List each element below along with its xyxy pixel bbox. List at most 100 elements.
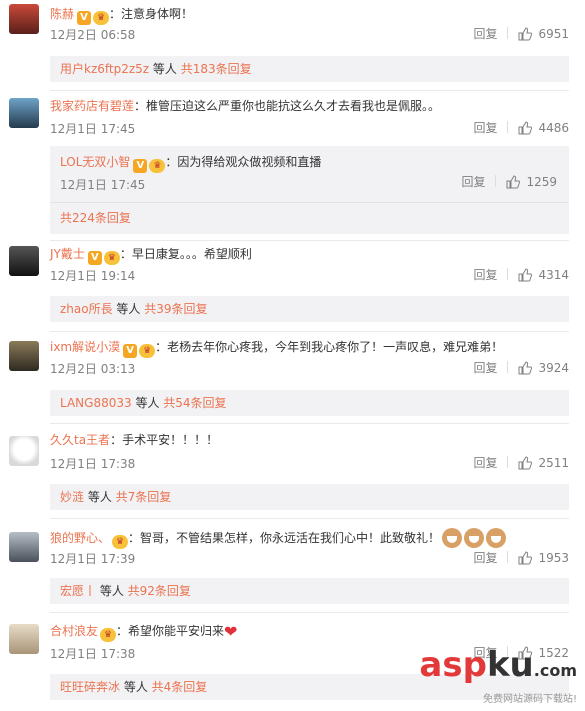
fan-medal-icon: ♛ [112,535,129,549]
comment-text: ：早日康复。。。希望顺利 [119,247,252,261]
doge-emoji-icon [442,528,463,548]
thumbs-up-icon [518,268,533,282]
reply-user[interactable]: LANG88033 [60,396,132,410]
reply-summary[interactable]: 宏愿丨 等人 共92条回复 [50,578,569,604]
reply-user[interactable]: 用户kz6ftp2z5z [60,62,149,76]
watermark-subtitle: 免费网站源码下载站! [482,694,577,705]
more-replies-link[interactable]: 共92条回复 [128,584,191,598]
reply-button[interactable]: 回复 [473,361,497,375]
comment-actions: 回复 6951 [473,26,569,42]
divider [50,240,569,241]
comment-text: ：老杨去年你心疼我，今年到我心疼你了！一声叹息，难兄难弟！ [155,340,504,354]
verified-badge-icon: V [77,11,92,25]
reply-etc: 等人 [112,302,145,316]
reply-user[interactable]: 宏愿丨 [60,584,96,598]
reply-button[interactable]: 回复 [461,175,485,189]
avatar[interactable] [9,532,39,562]
avatar[interactable] [9,4,39,34]
like-button[interactable]: 2511 [518,456,569,470]
reply-summary[interactable]: zhao所長 等人 共39条回复 [50,296,569,322]
watermark-logo-com: .com [533,661,577,680]
like-count: 4486 [538,121,569,135]
more-replies-link[interactable]: 共39条回复 [144,302,207,316]
sub-reply-username[interactable]: LOL无双小智 [60,155,130,169]
comment-text: ：手术平安！！！！ [110,433,219,447]
reply-button[interactable]: 回复 [473,551,497,565]
more-replies-link[interactable]: 共54条回复 [163,396,226,410]
like-button[interactable]: 1953 [518,551,569,565]
watermark-logo-asp: asp [419,645,487,685]
reply-user[interactable]: zhao所長 [60,302,113,316]
reply-user[interactable]: 旺旺碎奔冰 [60,680,120,694]
reply-button[interactable]: 回复 [473,121,497,135]
comment-username[interactable]: 合村浪友 [50,624,98,638]
fan-medal-icon: ♛ [149,159,166,173]
reply-thread: LOL无双小智 V ♛ ：因为得给观众做视频和直播 12月1日 17:45 回复 125… [50,146,569,234]
like-count: 2511 [538,456,569,470]
verified-badge-icon: V [123,344,138,358]
comment-username[interactable]: 狼的野心、 [50,531,110,545]
comment-time: 12月1日 17:38 [50,647,136,661]
reply-etc: 等人 [84,490,116,504]
reply-summary[interactable]: LANG88033 等人 共54条回复 [50,390,569,416]
reply-summary[interactable]: 用户kz6ftp2z5z 等人 共183条回复 [50,56,569,82]
reply-etc: 等人 [96,584,128,598]
reply-summary[interactable]: 妙涟 等人 共7条回复 [50,484,569,510]
avatar[interactable] [9,624,39,654]
like-button[interactable]: 3924 [518,361,569,375]
like-button[interactable]: 6951 [518,27,569,41]
comment-time: 12月1日 17:39 [50,552,136,566]
like-count: 1259 [526,175,557,189]
like-button[interactable]: 1259 [506,175,557,189]
sub-reply-time: 12月1日 17:45 [60,178,146,192]
reply-button[interactable]: 回复 [473,456,497,470]
action-divider [507,268,509,280]
avatar[interactable] [9,341,39,371]
thumbs-up-icon [518,456,533,470]
comment-text: ：注意身体啊！ [109,7,194,21]
like-button[interactable]: 4314 [518,268,569,282]
action-divider [507,551,509,563]
thumbs-up-icon [518,361,533,375]
sub-reply-text: ：因为得给观众做视频和直播 [165,155,322,169]
comment-time: 12月1日 17:38 [50,457,136,471]
reply-button[interactable]: 回复 [473,27,497,41]
watermark-logo: aspku.com [419,648,577,688]
avatar[interactable] [9,98,39,128]
divider [50,202,569,203]
divider [50,90,569,91]
reply-user[interactable]: 妙涟 [60,490,84,504]
reply-button[interactable]: 回复 [473,268,497,282]
divider [50,423,569,424]
action-divider [507,27,509,39]
comment-actions: 回复 2511 [473,455,569,471]
comment-time: 12月1日 17:45 [50,122,136,136]
divider [50,518,569,519]
avatar[interactable] [9,246,39,276]
doge-emoji-icon [464,528,485,548]
verified-badge-icon: V [87,251,102,265]
action-divider [507,361,509,373]
avatar[interactable] [9,436,39,466]
divider [50,331,569,332]
comment-username[interactable]: JY戴士 [50,247,85,261]
comment-text: ：椎管压迫这么严重你也能抗这么久才去看我也是佩服。。 [134,99,441,113]
more-replies-link[interactable]: 共224条回复 [60,211,131,225]
comment-text: ：智哥，不管结果怎样，你永远活在我们心中！此致敬礼！ [128,531,441,545]
like-button[interactable]: 4486 [518,121,569,135]
thumbs-up-icon [518,551,533,565]
comment-time: 12月2日 03:13 [50,362,136,376]
more-replies-link[interactable]: 共4条回复 [152,680,208,694]
comment-actions: 回复 3924 [473,360,569,376]
more-replies-link[interactable]: 共7条回复 [116,490,172,504]
fan-medal-icon: ♛ [93,11,110,25]
comment-username[interactable]: ixm解说小漠 [50,340,120,354]
reply-etc: 等人 [131,396,164,410]
comment-username[interactable]: 我家药店有碧莲 [50,99,134,113]
more-replies-link[interactable]: 共183条回复 [181,62,252,76]
comment-username[interactable]: 久久ta王者 [50,433,110,447]
like-count: 6951 [538,27,569,41]
comment-username[interactable]: 陈赫 [50,7,74,21]
comment-actions: 回复 4486 [473,120,569,136]
reply-etc: 等人 [149,62,181,76]
